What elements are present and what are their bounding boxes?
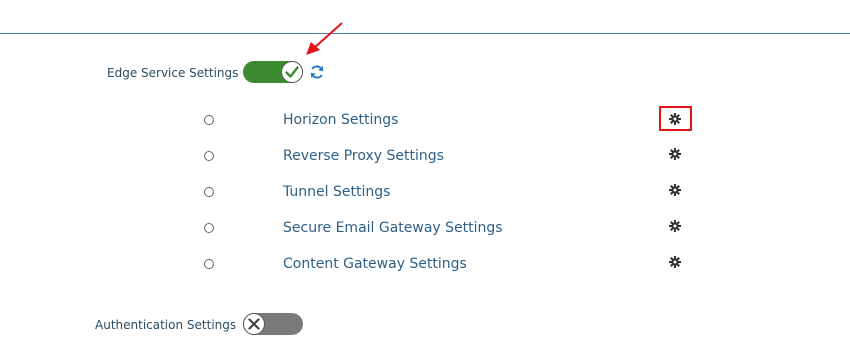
gear-icon[interactable] bbox=[669, 148, 681, 160]
horizon-radio[interactable] bbox=[204, 115, 214, 125]
edge-service-settings-label: Edge Service Settings bbox=[107, 66, 239, 80]
tunnel-settings-label[interactable]: Tunnel Settings bbox=[283, 184, 390, 200]
x-icon bbox=[243, 313, 265, 335]
authentication-toggle[interactable] bbox=[243, 313, 303, 335]
header-divider bbox=[0, 33, 850, 34]
reverse-proxy-radio[interactable] bbox=[204, 151, 214, 161]
edge-service-toggle[interactable] bbox=[243, 61, 303, 83]
gear-icon[interactable] bbox=[669, 184, 681, 196]
reverse-proxy-settings-label[interactable]: Reverse Proxy Settings bbox=[283, 148, 444, 164]
refresh-icon[interactable] bbox=[309, 64, 325, 80]
gear-icon[interactable] bbox=[669, 113, 681, 125]
gear-icon[interactable] bbox=[669, 256, 681, 268]
horizon-settings-label[interactable]: Horizon Settings bbox=[283, 112, 398, 128]
tunnel-radio[interactable] bbox=[204, 187, 214, 197]
check-icon bbox=[281, 61, 303, 83]
gear-icon[interactable] bbox=[669, 220, 681, 232]
content-gateway-settings-label[interactable]: Content Gateway Settings bbox=[283, 256, 467, 272]
secure-email-gateway-settings-label[interactable]: Secure Email Gateway Settings bbox=[283, 220, 503, 236]
annotation-arrow bbox=[306, 22, 343, 55]
authentication-settings-label: Authentication Settings bbox=[95, 318, 237, 332]
content-gateway-radio[interactable] bbox=[204, 259, 214, 269]
secure-email-gateway-radio[interactable] bbox=[204, 223, 214, 233]
